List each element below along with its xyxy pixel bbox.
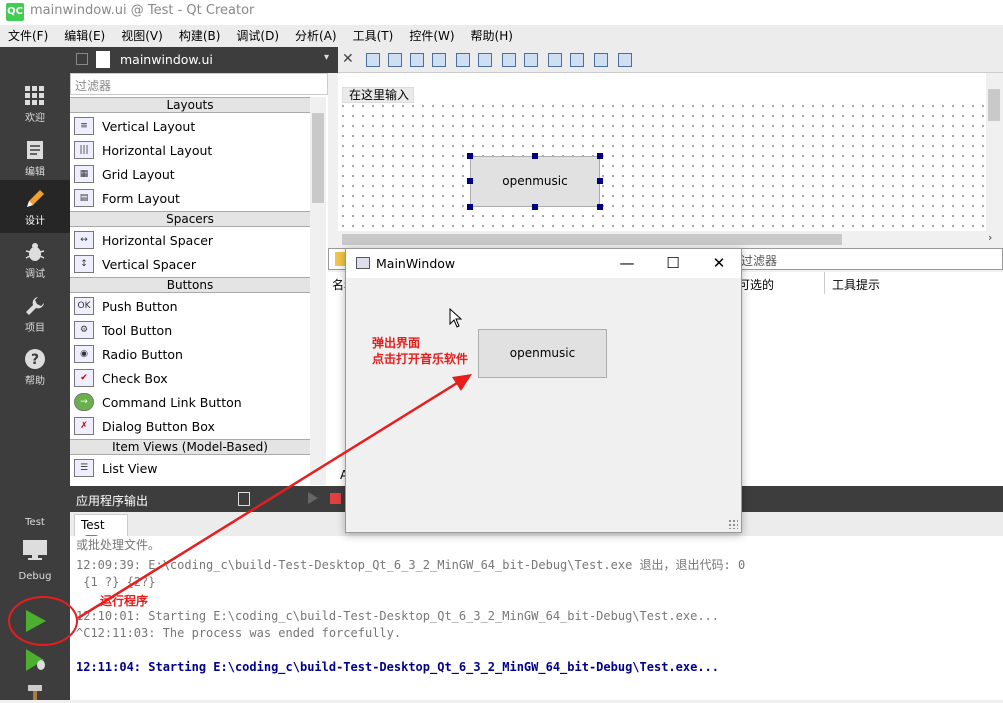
annotation-arrow [77, 374, 472, 620]
